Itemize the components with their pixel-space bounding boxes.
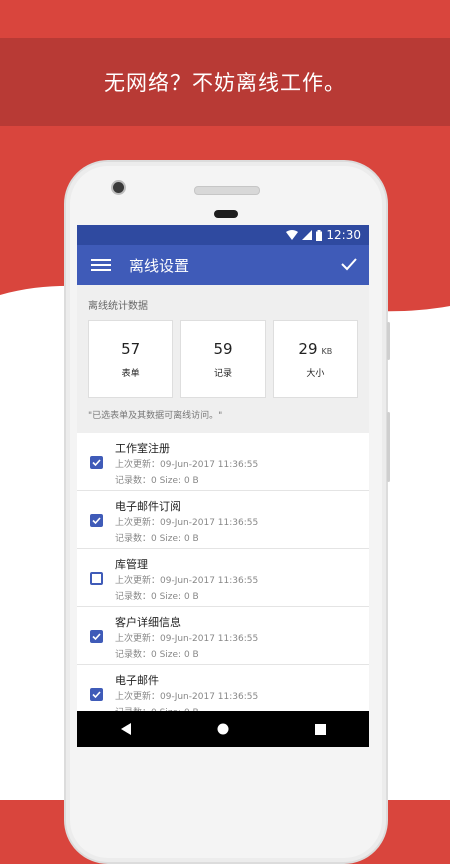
wifi-icon xyxy=(286,230,299,240)
item-meta: 记录数：0 Size: 0 B xyxy=(115,534,199,544)
proximity-sensor xyxy=(214,210,238,218)
signal-icon xyxy=(302,230,313,240)
item-meta: 记录数：0 Size: 0 B xyxy=(115,650,199,660)
earpiece-speaker xyxy=(194,186,260,195)
item-meta: 记录数：0 Size: 0 B xyxy=(115,476,199,486)
checkbox-icon[interactable] xyxy=(90,514,103,527)
phone-screen: 12:30 离线设置 离线统计数据 57 表单 59 记录 29 KB 大小 "已… xyxy=(77,225,369,747)
stat-label: 记录 xyxy=(213,369,232,379)
stat-label: 表单 xyxy=(121,369,140,379)
list-item[interactable]: 库管理 上次更新：09-Jun-2017 11:36:55 记录数：0 Size… xyxy=(77,549,369,607)
stat-card-size: 29 KB 大小 xyxy=(272,320,358,398)
back-icon[interactable] xyxy=(120,723,132,735)
item-updated: 上次更新：09-Jun-2017 11:36:55 xyxy=(115,576,259,586)
list-item[interactable]: 工作室注册 上次更新：09-Jun-2017 11:36:55 记录数：0 Si… xyxy=(77,433,369,491)
item-title: 库管理 xyxy=(115,558,148,571)
offline-stats-section: 离线统计数据 57 表单 59 记录 29 KB 大小 "已选表单及其数据可离线访… xyxy=(77,285,369,433)
list-item[interactable]: 电子邮件订阅 上次更新：09-Jun-2017 11:36:55 记录数：0 S… xyxy=(77,491,369,549)
check-icon[interactable] xyxy=(339,254,359,274)
menu-icon[interactable] xyxy=(91,259,111,271)
item-updated: 上次更新：09-Jun-2017 11:36:55 xyxy=(115,460,259,470)
item-title: 工作室注册 xyxy=(115,442,170,455)
item-updated: 上次更新：09-Jun-2017 11:36:55 xyxy=(115,518,259,528)
stat-card-records: 59 记录 xyxy=(180,320,266,398)
stats-section-label: 离线统计数据 xyxy=(88,301,148,312)
checkbox-icon[interactable] xyxy=(90,456,103,469)
front-camera xyxy=(113,182,124,193)
checkbox-icon[interactable] xyxy=(90,688,103,701)
home-icon[interactable] xyxy=(217,723,229,735)
status-bar: 12:30 xyxy=(77,225,369,245)
item-updated: 上次更新：09-Jun-2017 11:36:55 xyxy=(115,634,259,644)
checkbox-icon[interactable] xyxy=(90,572,103,585)
status-time: 12:30 xyxy=(326,228,361,242)
power-button xyxy=(387,322,390,360)
volume-button xyxy=(387,412,390,482)
checkbox-icon[interactable] xyxy=(90,630,103,643)
battery-icon xyxy=(316,229,323,241)
recents-icon[interactable] xyxy=(315,723,327,735)
stat-value: 29 xyxy=(298,340,318,358)
stat-value: 57 xyxy=(121,340,141,358)
navigation-bar xyxy=(77,711,369,747)
stat-value: 59 xyxy=(213,340,233,358)
offline-note: "已选表单及其数据可离线访问。" xyxy=(88,411,223,421)
item-title: 电子邮件订阅 xyxy=(115,500,181,513)
item-title: 客户详细信息 xyxy=(115,616,181,629)
page-title: 离线设置 xyxy=(129,256,190,275)
list-item[interactable]: 客户详细信息 上次更新：09-Jun-2017 11:36:55 记录数：0 S… xyxy=(77,607,369,665)
item-title: 电子邮件 xyxy=(115,674,159,687)
stat-card-forms: 57 表单 xyxy=(88,320,174,398)
app-bar: 离线设置 xyxy=(77,245,369,285)
item-meta: 记录数：0 Size: 0 B xyxy=(115,592,199,602)
stat-unit: KB xyxy=(321,347,333,356)
item-updated: 上次更新：09-Jun-2017 11:36:55 xyxy=(115,692,259,702)
stat-label: 大小 xyxy=(306,369,325,379)
form-list: 工作室注册 上次更新：09-Jun-2017 11:36:55 记录数：0 Si… xyxy=(77,433,369,723)
